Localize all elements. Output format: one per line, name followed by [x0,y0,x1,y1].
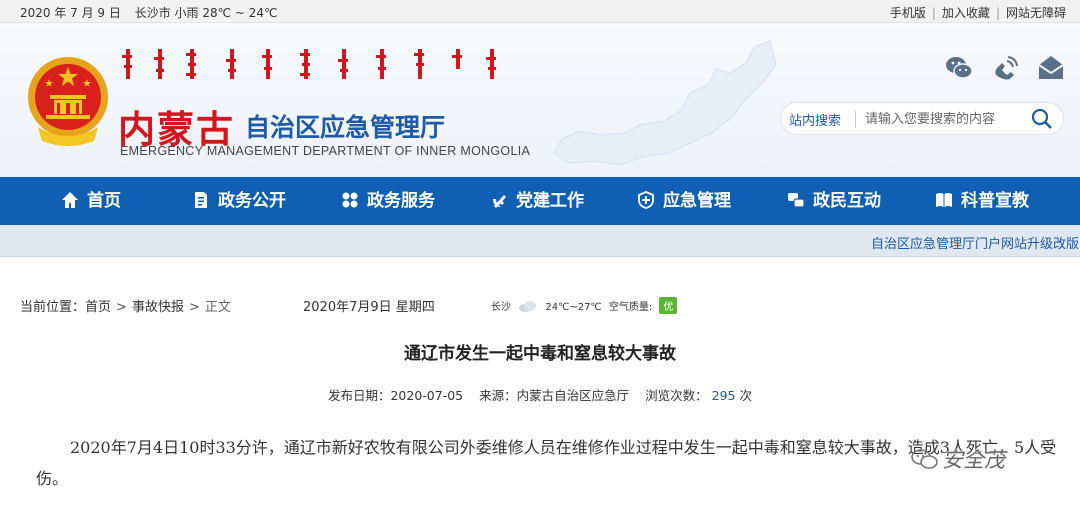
nav-item-party-building[interactable]: 党建工作 [490,177,584,225]
logo-title-blue: 自治区应急管理厅 [245,113,446,142]
publish-date: 发布日期：2020-07-05 [328,388,463,403]
weather-temp: 24℃~27℃ [545,302,602,313]
home-icon [62,192,78,208]
view-count: 浏览次数： 295 次 [645,388,752,403]
breadcrumb-current: 正文 [204,300,231,315]
top-links: 手机版 | 加入收藏 | 网站无障碍 [889,6,1066,20]
inner-mongolia-map-outline [553,40,777,166]
nav-item-label: 科普宣教 [961,191,1029,211]
nav-item-gov-affairs[interactable]: 政务公开 [192,177,286,225]
ticker-message[interactable]: 自治区应急管理厅门户网站升级改版 [871,233,1079,252]
emergency-shield-icon [638,191,654,209]
top-date: 2020 年 7 月 9 日 [20,6,121,20]
phone-icon[interactable] [990,53,1020,83]
current-date: 2020年7月9日 星期四 [303,300,435,315]
header-tool-icons [928,53,1066,83]
weather-widget: 长沙 24℃~27℃ 空气质量: 优 [491,297,678,314]
air-quality-label: 空气质量: [608,302,653,313]
nav-item-label: 政务公开 [218,191,286,211]
party-emblem-icon [493,195,506,208]
top-bar: 2020 年 7 月 9 日 长沙市 小雨 28℃ ~ 24℃ 手机版 | 加入收藏… [0,0,1080,23]
site-header: 内蒙古 自治区应急管理厅 EMERGENCY MANAGEMENT DEPARTM… [0,23,1080,177]
nav-item-home[interactable]: 首页 [61,177,121,225]
weather-city: 长沙 [491,302,511,313]
source-value: 内蒙古自治区应急厅 [516,388,630,403]
view-count-value: 295 [711,388,736,403]
search-divider [855,111,856,128]
nav-item-science-education[interactable]: 科普宣教 [935,177,1029,225]
nav-item-emergency-management[interactable]: 应急管理 [637,177,731,225]
services-icon [342,192,358,208]
add-favorite-link[interactable]: 加入收藏 [942,6,990,20]
chat-bubbles-icon [788,193,805,208]
publish-date-value: 2020-07-05 [390,388,464,403]
info-row: 当前位置：首页 > 事故快报 > 正文 2020年7月9日 星期四 长沙 24℃~27℃… [0,296,1080,316]
nav-item-label: 政民互动 [813,191,881,211]
breadcrumb: 当前位置：首页 > 事故快报 > 正文 [20,300,231,315]
search-icon[interactable] [1031,108,1053,130]
document-icon [195,192,207,208]
nav-item-label: 首页 [87,191,121,211]
article-meta: 发布日期：2020-07-05 来源：内蒙古自治区应急厅 浏览次数： 295 次 [0,385,1080,404]
nav-item-label: 政务服务 [367,191,435,211]
cloud-icon [519,301,537,312]
top-bar-info: 2020 年 7 月 9 日 长沙市 小雨 28℃ ~ 24℃ [20,4,288,21]
source: 来源：内蒙古自治区应急厅 [479,388,629,403]
top-weather: 长沙市 小雨 28℃ ~ 24℃ [134,6,278,20]
book-icon [936,193,952,207]
national-emblem-icon [28,57,108,146]
publish-date-label: 发布日期： [327,388,391,403]
article-title: 通辽市发生一起中毒和窒息较大事故 [404,344,676,364]
mongolian-script-logo [122,49,496,79]
watermark-text: 安全茂 [942,448,1005,472]
nav-item-label: 党建工作 [516,191,584,211]
breadcrumb-section-link[interactable]: 事故快报 [132,300,184,315]
air-quality-badge: 优 [659,297,678,314]
site-search: 站内搜索 [780,102,1064,135]
mobile-version-link[interactable]: 手机版 [890,6,926,20]
nav-item-public-interaction[interactable]: 政民互动 [787,177,881,225]
account-watermark: 安全茂 [910,444,1060,480]
main-nav: 首页 政务公开 政务服务 党建工作 应急管理 政民互动 科普宣教 [0,177,1080,225]
nav-item-gov-services[interactable]: 政务服务 [341,177,435,225]
view-count-unit: 次 [739,388,753,403]
search-label: 站内搜索 [789,114,842,129]
wechat-icon[interactable] [944,53,974,83]
news-ticker: 自治区应急管理厅门户网站升级改版 [0,225,1080,257]
mail-icon[interactable] [1036,53,1066,83]
breadcrumb-prefix: 当前位置： [20,300,86,315]
view-count-label: 浏览次数： [645,388,708,403]
logo-english-subtitle: EMERGENCY MANAGEMENT DEPARTMENT OF INNER… [120,144,531,158]
nav-item-label: 应急管理 [663,191,731,211]
wechat-watermark-icon [911,449,938,469]
search-input[interactable] [865,108,1021,130]
source-label: 来源： [479,388,517,403]
accessibility-link[interactable]: 网站无障碍 [1006,6,1066,20]
breadcrumb-home-link[interactable]: 首页 [85,300,111,315]
